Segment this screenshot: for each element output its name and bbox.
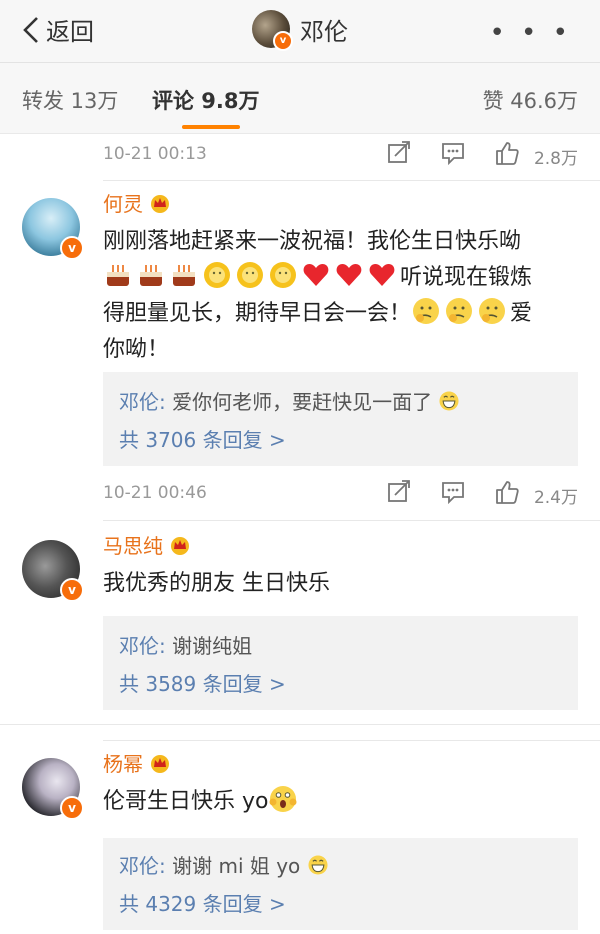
repost-icon[interactable] [386,479,412,505]
verified-icon: v [273,31,293,51]
page-title: 邓伦 [300,17,348,46]
back-label: 返回 [46,18,94,46]
crown-icon [151,194,169,213]
back-button[interactable]: 返回 [22,12,94,47]
crown-icon [171,536,189,555]
reply-box[interactable]: 邓伦: 爱你何老师，要赶快见一面了 共 3706 条回复 > [103,372,578,466]
comment-item: v 杨幂 伦哥生日快乐 yo 邓伦: 谢谢 mi 姐 yo 共 4329 条回复… [0,740,600,934]
more-icon[interactable]: • • • [489,18,572,48]
reply-count-link[interactable]: 共 4329 条回复 > [119,888,286,917]
username[interactable]: 杨幂 [103,748,171,777]
comment-text: 刚刚落地赶紧来一波祝福！我伦生日快乐呦 听说现在锻炼 得胆量见长，期待早日会一会… [103,229,533,362]
sunflower-emoji-icon [270,262,296,288]
like-icon[interactable] [494,140,520,166]
comment-text: 伦哥生日快乐 yo [103,784,583,820]
username[interactable]: 马思纯 [103,530,191,559]
active-tab-indicator [182,125,240,129]
sunflower-emoji-icon [204,262,230,288]
comment-icon[interactable] [440,479,466,505]
comment-item: v 何灵 刚刚落地赶紧来一波祝福！我伦生日快乐呦 听说现在锻炼 得胆量见长，期待… [0,180,600,480]
comment-meta-row: 10-21 00:46 2.4万 [0,477,600,517]
verified-icon: v [60,796,84,820]
repost-icon[interactable] [386,140,412,166]
timestamp: 10-21 00:46 [103,483,207,503]
grin-emoji-icon [439,391,460,411]
heart-emoji-icon [336,264,362,286]
divider [0,724,600,725]
heart-emoji-icon [369,264,395,286]
avatar[interactable]: v [22,198,84,260]
tab-bar: 转发 13万 评论 9.8万 赞 46.6万 [0,63,600,134]
thinking-emoji-icon [446,298,473,324]
reply-box[interactable]: 邓伦: 谢谢 mi 姐 yo 共 4329 条回复 > [103,838,578,930]
comment-text: 我优秀的朋友 生日快乐 [103,571,330,596]
username[interactable]: 何灵 [103,188,171,217]
page-title-area[interactable]: v 邓伦 [252,10,348,51]
top-nav-bar: 返回 v 邓伦 • • • [0,0,600,63]
comment-meta-row: 10-21 00:13 2.8万 [0,138,600,178]
avatar[interactable]: v [22,758,84,820]
reply-count-link[interactable]: 共 3706 条回复 > [119,424,286,453]
tab-comments[interactable]: 评论 9.8万 [152,85,260,115]
avatar: v [252,10,293,51]
like-count: 2.4万 [533,488,578,508]
reply-preview: 邓伦: 谢谢纯姐 [119,634,253,658]
like-count: 2.8万 [533,149,578,169]
cake-emoji-icon [140,265,162,286]
reply-count-link[interactable]: 共 3589 条回复 > [119,668,286,697]
verified-icon: v [60,578,84,602]
verified-icon: v [60,236,84,260]
reply-preview: 邓伦: 谢谢 mi 姐 yo [119,850,332,879]
thinking-emoji-icon [413,298,440,324]
avatar[interactable]: v [22,540,84,602]
divider [103,520,600,521]
grin-emoji-icon [308,855,328,875]
cake-emoji-icon [107,265,129,286]
comment-icon[interactable] [440,140,466,166]
comment-item: v 马思纯 我优秀的朋友 生日快乐 邓伦: 谢谢纯姐 共 3589 条回复 > [0,522,600,722]
cake-emoji-icon [173,265,195,286]
sunflower-emoji-icon [237,262,263,288]
thinking-emoji-icon [479,298,506,324]
reply-box[interactable]: 邓伦: 谢谢纯姐 共 3589 条回复 > [103,616,578,710]
crown-icon [151,754,169,773]
scared-emoji-icon [269,786,297,812]
reply-preview: 邓伦: 爱你何老师，要赶快见一面了 [119,386,463,415]
tab-likes[interactable]: 赞 46.6万 [483,85,578,115]
chevron-left-icon [23,16,38,43]
tab-reposts[interactable]: 转发 13万 [22,85,118,115]
heart-emoji-icon [303,264,329,286]
timestamp: 10-21 00:13 [103,144,207,164]
like-icon[interactable] [494,479,520,505]
